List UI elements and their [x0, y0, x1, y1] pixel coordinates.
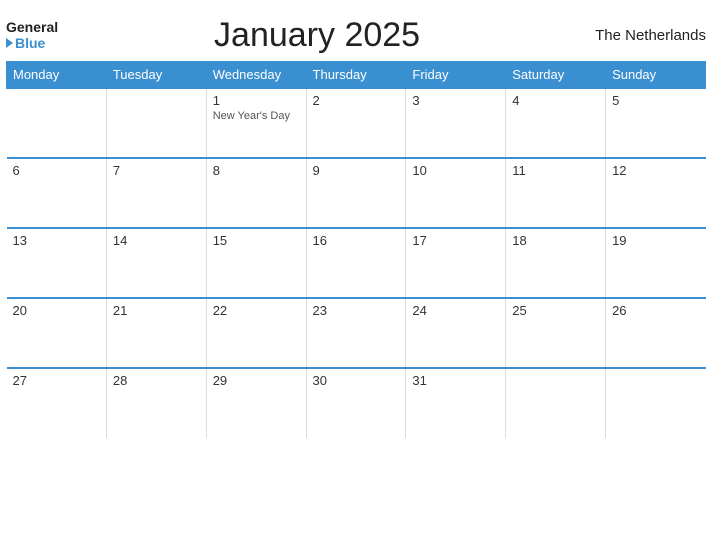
week-row-3: 13 14 15 16 17 18 19 — [7, 228, 706, 298]
calendar-cell: 14 — [106, 228, 206, 298]
day-number: 16 — [313, 233, 327, 248]
day-number: 1 — [213, 93, 220, 108]
day-number: 7 — [113, 163, 120, 178]
calendar-page: General Blue January 2025 The Netherland… — [6, 10, 706, 438]
calendar-cell: 20 — [7, 298, 107, 368]
calendar-cell: 8 — [206, 158, 306, 228]
calendar-cell: 5 — [606, 88, 706, 158]
calendar-cell — [506, 368, 606, 438]
day-number: 19 — [612, 233, 626, 248]
country-label: The Netherlands — [576, 27, 706, 44]
weekday-header-wednesday: Wednesday — [206, 62, 306, 89]
day-number: 18 — [512, 233, 526, 248]
day-number: 31 — [412, 373, 426, 388]
calendar-title: January 2025 — [58, 16, 576, 55]
day-number: 5 — [612, 93, 619, 108]
calendar-table: MondayTuesdayWednesdayThursdayFridaySatu… — [6, 61, 706, 438]
day-number: 25 — [512, 303, 526, 318]
calendar-cell: 21 — [106, 298, 206, 368]
day-number: 3 — [412, 93, 419, 108]
day-number: 20 — [13, 303, 27, 318]
calendar-cell: 23 — [306, 298, 406, 368]
calendar-cell: 17 — [406, 228, 506, 298]
week-row-1: 1 New Year's Day 2 3 4 5 — [7, 88, 706, 158]
calendar-cell: 25 — [506, 298, 606, 368]
calendar-cell — [7, 88, 107, 158]
day-number: 2 — [313, 93, 320, 108]
week-row-4: 20 21 22 23 24 25 26 — [7, 298, 706, 368]
weekday-header-row: MondayTuesdayWednesdayThursdayFridaySatu… — [7, 62, 706, 89]
day-number: 29 — [213, 373, 227, 388]
calendar-cell: 12 — [606, 158, 706, 228]
weekday-header-sunday: Sunday — [606, 62, 706, 89]
day-number: 6 — [13, 163, 20, 178]
calendar-cell: 18 — [506, 228, 606, 298]
calendar-cell — [606, 368, 706, 438]
weekday-header-tuesday: Tuesday — [106, 62, 206, 89]
calendar-cell: 3 — [406, 88, 506, 158]
day-number: 12 — [612, 163, 626, 178]
day-number: 22 — [213, 303, 227, 318]
day-number: 11 — [512, 163, 526, 178]
calendar-cell: 7 — [106, 158, 206, 228]
weekday-header-monday: Monday — [7, 62, 107, 89]
calendar-cell: 24 — [406, 298, 506, 368]
calendar-cell: 30 — [306, 368, 406, 438]
day-number: 4 — [512, 93, 519, 108]
calendar-cell: 9 — [306, 158, 406, 228]
day-number: 9 — [313, 163, 320, 178]
day-number: 15 — [213, 233, 227, 248]
week-row-5: 27 28 29 30 31 — [7, 368, 706, 438]
calendar-cell: 19 — [606, 228, 706, 298]
calendar-cell: 1 New Year's Day — [206, 88, 306, 158]
weekday-header-friday: Friday — [406, 62, 506, 89]
day-number: 24 — [412, 303, 426, 318]
day-number: 27 — [13, 373, 27, 388]
calendar-cell: 26 — [606, 298, 706, 368]
calendar-header: General Blue January 2025 The Netherland… — [6, 10, 706, 59]
calendar-cell: 13 — [7, 228, 107, 298]
day-number: 21 — [113, 303, 127, 318]
calendar-cell: 2 — [306, 88, 406, 158]
calendar-cell: 6 — [7, 158, 107, 228]
calendar-cell: 15 — [206, 228, 306, 298]
day-number: 10 — [412, 163, 426, 178]
day-event: New Year's Day — [213, 110, 306, 122]
logo: General Blue — [6, 20, 58, 51]
day-number: 23 — [313, 303, 327, 318]
week-row-2: 6 7 8 9 10 11 12 — [7, 158, 706, 228]
weekday-header-saturday: Saturday — [506, 62, 606, 89]
logo-blue-text: Blue — [6, 36, 45, 51]
day-number: 13 — [13, 233, 27, 248]
weekday-header-thursday: Thursday — [306, 62, 406, 89]
calendar-cell: 31 — [406, 368, 506, 438]
calendar-cell: 11 — [506, 158, 606, 228]
calendar-cell: 28 — [106, 368, 206, 438]
day-number: 26 — [612, 303, 626, 318]
calendar-cell — [106, 88, 206, 158]
calendar-cell: 10 — [406, 158, 506, 228]
calendar-cell: 22 — [206, 298, 306, 368]
calendar-cell: 29 — [206, 368, 306, 438]
calendar-cell: 27 — [7, 368, 107, 438]
day-number: 28 — [113, 373, 127, 388]
calendar-cell: 4 — [506, 88, 606, 158]
day-number: 14 — [113, 233, 127, 248]
day-number: 17 — [412, 233, 426, 248]
day-number: 30 — [313, 373, 327, 388]
day-number: 8 — [213, 163, 220, 178]
calendar-cell: 16 — [306, 228, 406, 298]
logo-general-text: General — [6, 20, 58, 35]
logo-triangle-icon — [6, 38, 13, 48]
